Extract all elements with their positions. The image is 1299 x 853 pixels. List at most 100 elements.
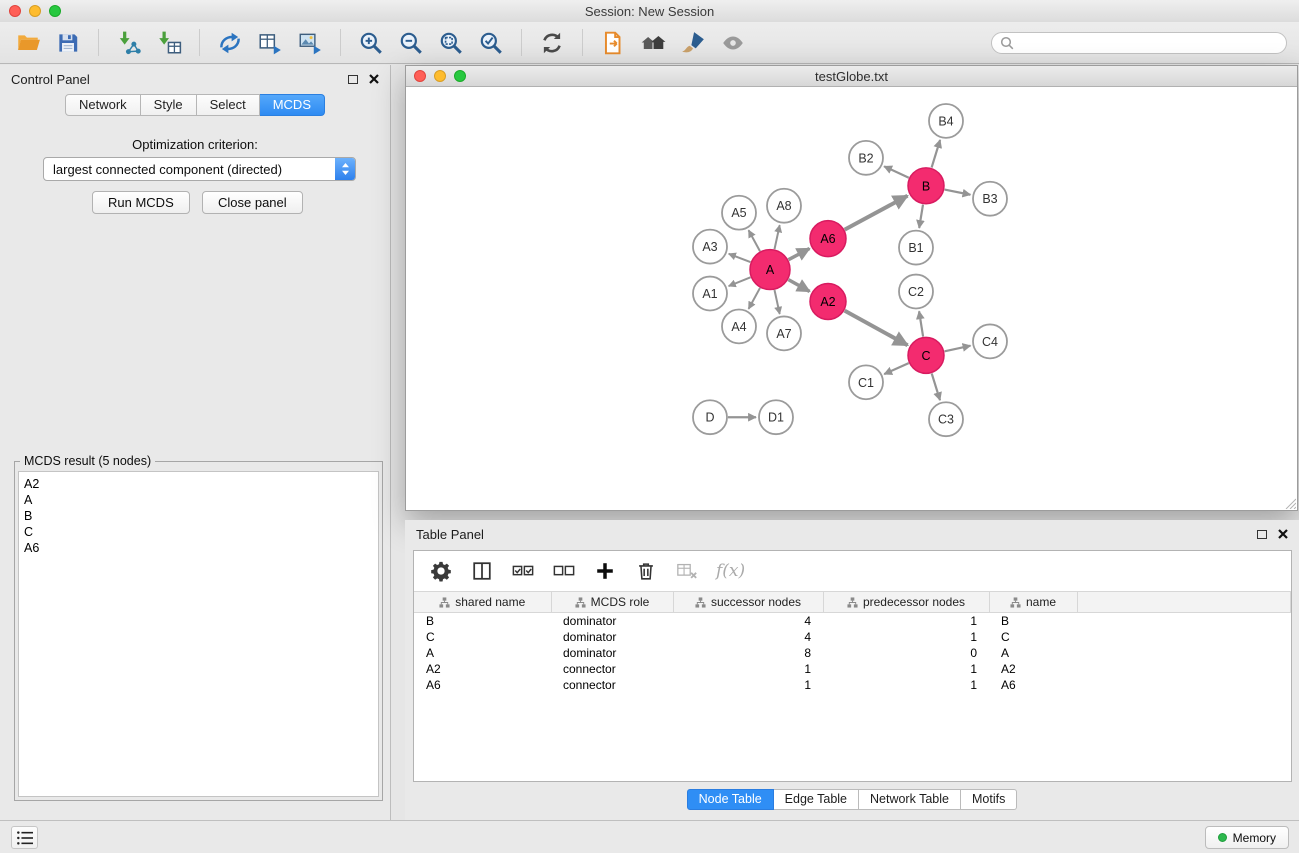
close-panel-icon[interactable] <box>369 74 379 84</box>
node-C[interactable]: C <box>908 337 944 373</box>
float-table-panel-icon[interactable] <box>1257 530 1267 539</box>
cell-predecessor-nodes[interactable]: 0 <box>823 645 989 661</box>
cell-mcds-role[interactable]: dominator <box>551 613 673 629</box>
minimize-window-button[interactable] <box>29 5 41 17</box>
task-history-button[interactable] <box>11 826 38 849</box>
cell-shared-name[interactable]: C <box>414 629 551 645</box>
network-graph[interactable]: B4B2BB3A5A8A6B1A3AA1C2A2A4A7C4CC1C3DD1 <box>406 88 1297 510</box>
table-row-a[interactable]: Adominator80A <box>414 645 1291 661</box>
edge-A-A7[interactable] <box>775 290 780 314</box>
save-session-button[interactable] <box>52 27 84 59</box>
show-hide-button[interactable] <box>717 27 749 59</box>
node-A8[interactable]: A8 <box>767 189 801 223</box>
edge-C-C4[interactable] <box>945 346 971 352</box>
node-B1[interactable]: B1 <box>899 231 933 265</box>
edge-A-A1[interactable] <box>729 277 751 286</box>
node-A6[interactable]: A6 <box>810 221 846 257</box>
edge-B-B3[interactable] <box>945 190 971 195</box>
cell-mcds-role[interactable]: dominator <box>551 645 673 661</box>
tab-mcds[interactable]: MCDS <box>260 94 325 116</box>
tab-edge-table[interactable]: Edge Table <box>774 789 859 810</box>
mcds-result-item-a6[interactable]: A6 <box>24 540 373 556</box>
node-B[interactable]: B <box>908 168 944 204</box>
edge-A-A3[interactable] <box>729 254 751 262</box>
column-header-shared-name[interactable]: shared name <box>414 592 551 613</box>
zoom-in-button[interactable] <box>355 27 387 59</box>
edge-C-C1[interactable] <box>884 363 909 374</box>
edge-C-C2[interactable] <box>919 311 923 336</box>
network-close-button[interactable] <box>414 70 426 82</box>
node-A[interactable]: A <box>750 250 790 290</box>
tab-select[interactable]: Select <box>197 94 260 116</box>
cell-successor-nodes[interactable]: 8 <box>673 645 823 661</box>
node-B3[interactable]: B3 <box>973 182 1007 216</box>
cell-shared-name[interactable]: A6 <box>414 677 551 693</box>
column-header-successor-nodes[interactable]: successor nodes <box>673 592 823 613</box>
zoom-fit-button[interactable] <box>435 27 467 59</box>
node-C4[interactable]: C4 <box>973 324 1007 358</box>
column-header-name[interactable]: name <box>989 592 1077 613</box>
zoom-window-button[interactable] <box>49 5 61 17</box>
deselect-all-button[interactable] <box>552 559 576 583</box>
node-A5[interactable]: A5 <box>722 196 756 230</box>
resize-grip[interactable] <box>1283 496 1296 509</box>
cell-mcds-role[interactable]: dominator <box>551 629 673 645</box>
delete-rows-button[interactable] <box>634 559 658 583</box>
node-A3[interactable]: A3 <box>693 230 727 264</box>
tab-node-table[interactable]: Node Table <box>687 789 774 810</box>
delete-table-button[interactable] <box>675 559 699 583</box>
tab-motifs[interactable]: Motifs <box>961 789 1017 810</box>
function-builder-button[interactable]: f(x) <box>716 561 745 581</box>
edge-B-B2[interactable] <box>884 166 909 177</box>
cell-shared-name[interactable]: A <box>414 645 551 661</box>
edge-A-A6[interactable] <box>789 249 810 260</box>
home-button[interactable] <box>637 27 669 59</box>
memory-button[interactable]: Memory <box>1205 826 1289 849</box>
criterion-dropdown[interactable]: largest connected component (directed) <box>43 157 356 181</box>
import-table-button[interactable] <box>153 27 185 59</box>
open-session-button[interactable] <box>12 27 44 59</box>
search-input[interactable] <box>1019 36 1278 50</box>
cell-shared-name[interactable]: A2 <box>414 661 551 677</box>
open-in-panel-button[interactable] <box>597 27 629 59</box>
close-table-panel-icon[interactable] <box>1278 529 1288 539</box>
column-header-mcds-role[interactable]: MCDS role <box>551 592 673 613</box>
cell-successor-nodes[interactable]: 1 <box>673 661 823 677</box>
edge-A-A8[interactable] <box>775 225 780 249</box>
mcds-result-list[interactable]: A2ABCA6 <box>18 471 379 797</box>
network-zoom-button[interactable] <box>454 70 466 82</box>
tab-style[interactable]: Style <box>141 94 197 116</box>
cell-name[interactable]: A <box>989 645 1077 661</box>
cell-name[interactable]: A6 <box>989 677 1077 693</box>
edge-A-A5[interactable] <box>749 230 760 251</box>
node-A2[interactable]: A2 <box>810 284 846 320</box>
edge-B-B1[interactable] <box>919 205 923 228</box>
export-network-button[interactable] <box>214 27 246 59</box>
select-all-button[interactable] <box>511 559 535 583</box>
close-window-button[interactable] <box>9 5 21 17</box>
edge-A2-C[interactable] <box>845 311 908 346</box>
tab-network[interactable]: Network <box>65 94 141 116</box>
network-canvas[interactable]: B4B2BB3A5A8A6B1A3AA1C2A2A4A7C4CC1C3DD1 <box>406 88 1297 510</box>
mcds-result-item-b[interactable]: B <box>24 508 373 524</box>
edge-A-A4[interactable] <box>749 288 760 309</box>
table-settings-button[interactable] <box>429 559 453 583</box>
table-row-a2[interactable]: A2connector11A2 <box>414 661 1291 677</box>
style-brush-button[interactable] <box>677 27 709 59</box>
run-mcds-button[interactable]: Run MCDS <box>92 191 190 214</box>
cell-mcds-role[interactable]: connector <box>551 677 673 693</box>
cell-predecessor-nodes[interactable]: 1 <box>823 629 989 645</box>
node-B4[interactable]: B4 <box>929 104 963 138</box>
zoom-selected-button[interactable] <box>475 27 507 59</box>
mcds-result-item-a[interactable]: A <box>24 492 373 508</box>
zoom-out-button[interactable] <box>395 27 427 59</box>
node-D[interactable]: D <box>693 400 727 434</box>
mcds-result-item-a2[interactable]: A2 <box>24 476 373 492</box>
network-minimize-button[interactable] <box>434 70 446 82</box>
mcds-result-item-c[interactable]: C <box>24 524 373 540</box>
add-row-button[interactable] <box>593 559 617 583</box>
table-row-c[interactable]: Cdominator41C <box>414 629 1291 645</box>
node-A1[interactable]: A1 <box>693 277 727 311</box>
split-columns-button[interactable] <box>470 559 494 583</box>
cell-mcds-role[interactable]: connector <box>551 661 673 677</box>
